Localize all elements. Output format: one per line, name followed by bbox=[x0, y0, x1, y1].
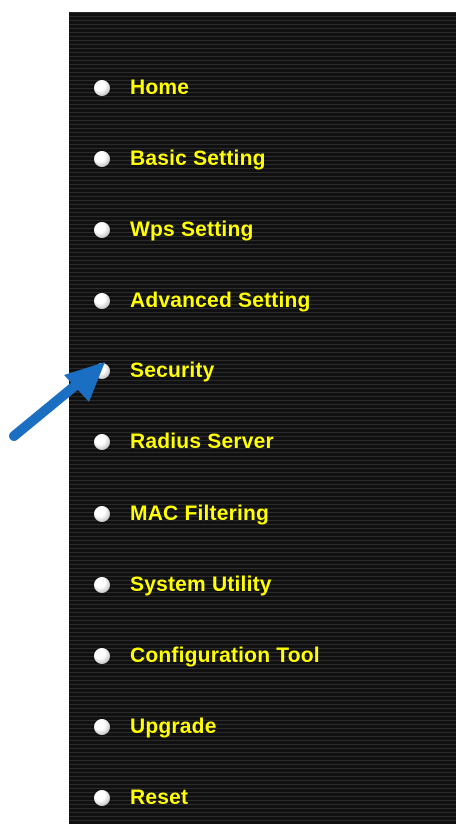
bullet-icon bbox=[94, 577, 110, 593]
menu-item-mac-filtering[interactable]: MAC Filtering bbox=[94, 497, 269, 531]
bullet-icon bbox=[94, 719, 110, 735]
menu-item-wps-setting[interactable]: Wps Setting bbox=[94, 213, 254, 247]
menu-item-system-utility[interactable]: System Utility bbox=[94, 568, 272, 602]
menu-item-label: Wps Setting bbox=[130, 218, 254, 241]
bullet-icon bbox=[94, 648, 110, 664]
menu-item-label: Reset bbox=[130, 786, 189, 809]
bullet-icon bbox=[94, 790, 110, 806]
bullet-icon bbox=[94, 222, 110, 238]
menu-item-home[interactable]: Home bbox=[94, 71, 189, 105]
menu-item-upgrade[interactable]: Upgrade bbox=[94, 710, 217, 744]
bullet-icon bbox=[94, 506, 110, 522]
menu-item-basic-setting[interactable]: Basic Setting bbox=[94, 142, 266, 176]
menu-item-label: Radius Server bbox=[130, 430, 274, 453]
menu-item-reset[interactable]: Reset bbox=[94, 781, 188, 815]
menu-item-label: Configuration Tool bbox=[130, 644, 320, 667]
menu-item-label: Advanced Setting bbox=[130, 289, 311, 312]
bullet-icon bbox=[94, 293, 110, 309]
menu-item-advanced-setting[interactable]: Advanced Setting bbox=[94, 284, 311, 318]
menu-item-label: Home bbox=[130, 76, 190, 99]
menu-item-label: System Utility bbox=[130, 573, 272, 596]
bullet-icon bbox=[94, 363, 110, 379]
menu-item-radius-server[interactable]: Radius Server bbox=[94, 425, 274, 459]
menu-item-label: Basic Setting bbox=[130, 147, 266, 170]
menu-item-label: MAC Filtering bbox=[130, 502, 270, 525]
navigation-menu: Home Basic Setting Wps Setting Advanced … bbox=[69, 12, 456, 824]
bullet-icon bbox=[94, 151, 110, 167]
screenshot-canvas: Home Basic Setting Wps Setting Advanced … bbox=[0, 0, 456, 824]
menu-item-label: Security bbox=[130, 359, 215, 382]
menu-item-configuration-tool[interactable]: Configuration Tool bbox=[94, 639, 320, 673]
bullet-icon bbox=[94, 434, 110, 450]
menu-item-security[interactable]: Security bbox=[94, 354, 214, 388]
bullet-icon bbox=[94, 80, 110, 96]
menu-item-label: Upgrade bbox=[130, 715, 217, 738]
